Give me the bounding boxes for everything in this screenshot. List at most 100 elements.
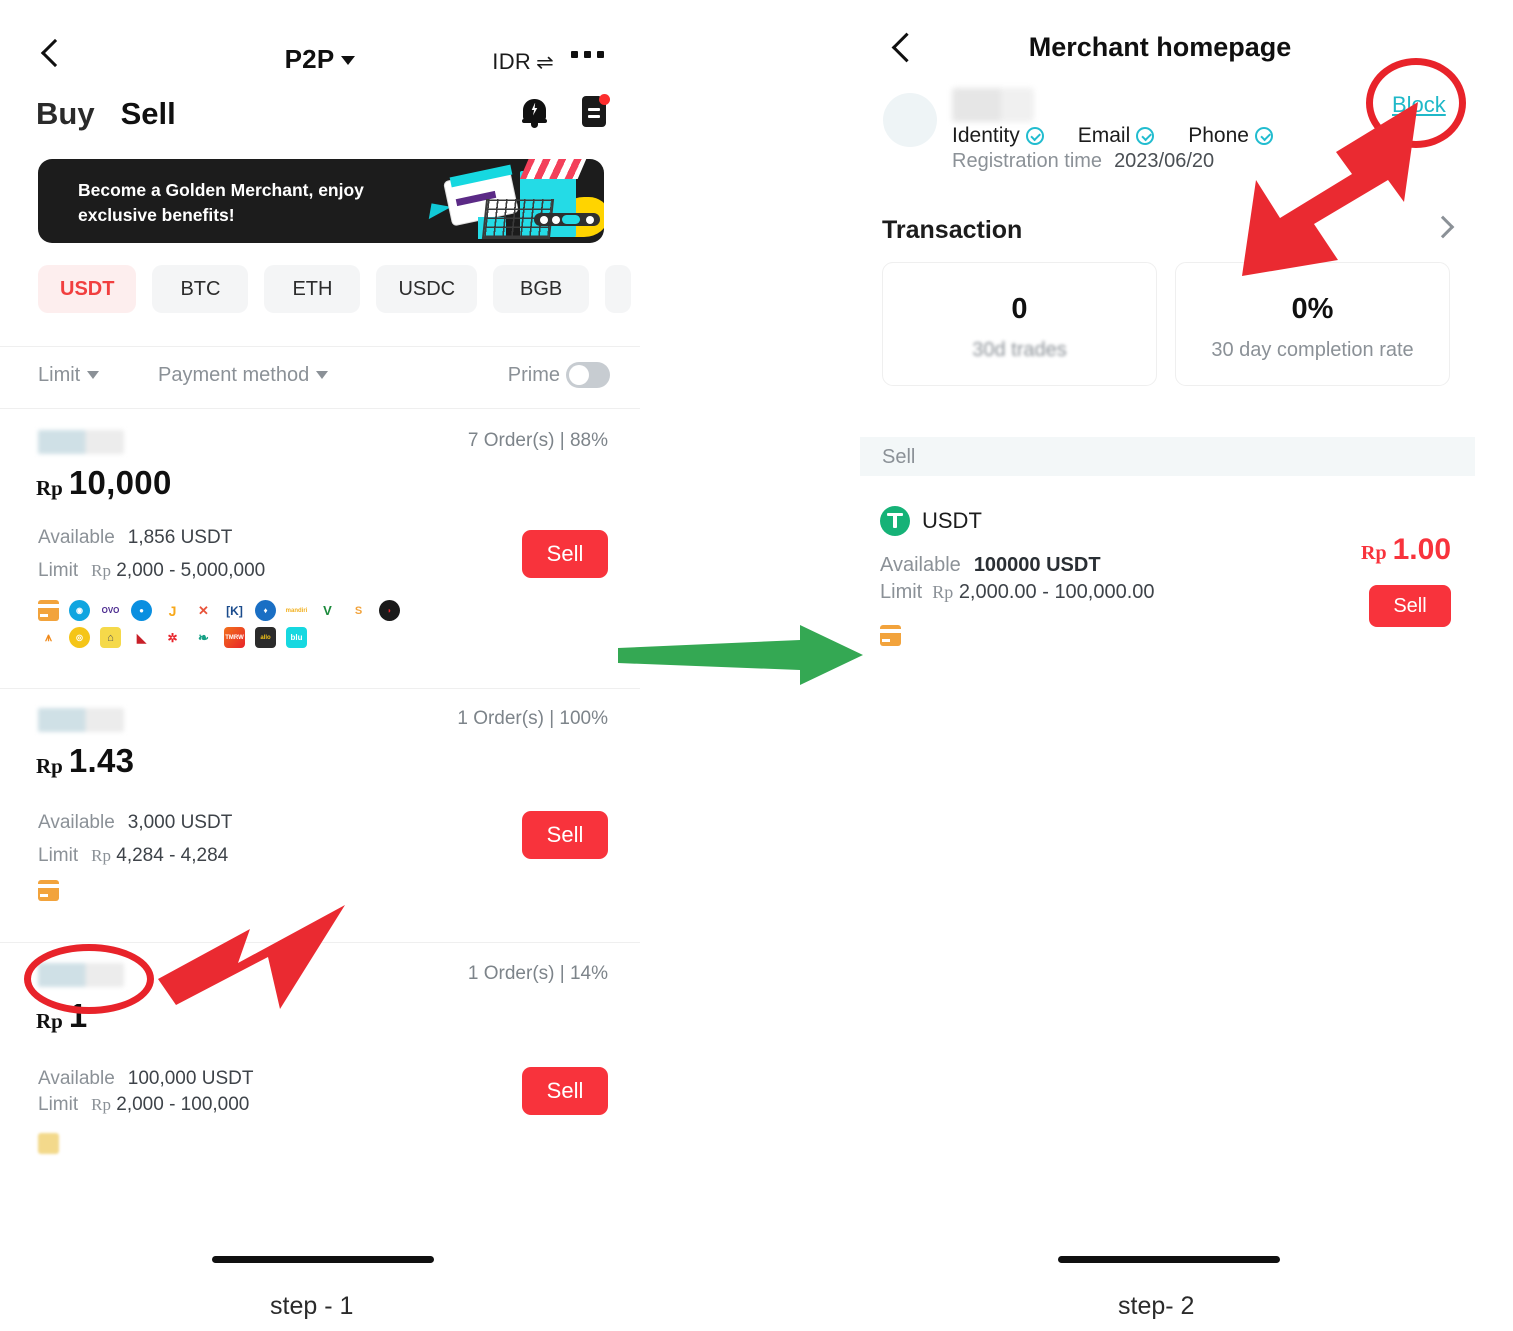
offer-row[interactable]: 1 Order(s) | 100% Rp 1.43 Available 3,000 … xyxy=(0,708,640,918)
check-circle-icon xyxy=(1025,127,1044,145)
left-navbar: P2P IDR ⇌ xyxy=(0,18,640,75)
currency-symbol: Rp xyxy=(36,754,63,778)
prime-toggle[interactable] xyxy=(566,362,610,388)
check-circle-icon xyxy=(1254,127,1273,145)
stat-completion-value: 0% xyxy=(1291,293,1334,325)
bank-mandiri-icon: mandiri xyxy=(286,600,307,621)
offer-order-stats: 7 Order(s) | 88% xyxy=(467,430,608,451)
banner-text: Become a Golden Merchant, enjoy exclusiv… xyxy=(78,180,364,226)
check-circle-icon xyxy=(1136,127,1155,145)
filter-bar: Limit Payment method Prime xyxy=(0,356,640,398)
limit-key: Limit xyxy=(880,581,923,603)
step-2-label: step- 2 xyxy=(1118,1292,1195,1320)
merchant-avatar[interactable] xyxy=(883,93,937,147)
bank-card-icon xyxy=(38,880,59,901)
blu-bank-icon: blu xyxy=(286,627,307,648)
offer-row[interactable]: 1 Order(s) | 14% Rp 1 Available 100,000 US… xyxy=(0,963,640,1178)
filter-limit-label: Limit xyxy=(38,364,81,386)
offer-price: Rp 1.43 xyxy=(36,742,134,780)
bank-bri-icon: [K] xyxy=(224,600,245,621)
payment-method-icons: ◉ OVO ● J ✕ [K] ♦ mandiri V S ◗ ⩚ ◎ ⌂ ◣ … xyxy=(38,600,418,648)
divider xyxy=(0,346,640,347)
divider xyxy=(0,942,640,943)
sell-button[interactable]: Sell xyxy=(522,811,608,859)
bank-bca-icon: ♦ xyxy=(255,600,276,621)
offer-available: Available 100,000 USDT xyxy=(38,1068,253,1090)
filter-limit[interactable]: Limit xyxy=(38,364,100,387)
chip-bgb[interactable]: BGB xyxy=(493,265,590,313)
available-value: 100,000 USDT xyxy=(127,1068,254,1089)
merchant-name-redacted[interactable] xyxy=(38,963,124,987)
bank-mega-icon: ⩚ xyxy=(38,627,59,648)
limit-value: 2,000 - 100,000 xyxy=(116,1094,250,1115)
tab-buy[interactable]: Buy xyxy=(36,96,95,132)
chip-overflow[interactable] xyxy=(605,265,632,313)
gopay-icon: ● xyxy=(131,600,152,621)
currency-symbol: Rp xyxy=(36,1009,63,1033)
price-amount: 10,000 xyxy=(68,464,172,501)
offer-row[interactable]: 7 Order(s) | 88% Rp 10,000 Available 1,856… xyxy=(0,430,640,680)
merchant-name-redacted[interactable] xyxy=(38,430,124,454)
golden-merchant-banner[interactable]: Become a Golden Merchant, enjoy exclusiv… xyxy=(38,159,604,243)
limit-key: Limit xyxy=(38,845,79,866)
sell-section-header-label: Sell xyxy=(882,446,916,468)
currency-symbol: Rp xyxy=(1361,542,1387,564)
block-merchant-link[interactable]: Block xyxy=(1392,92,1446,118)
offer-price: Rp 1 xyxy=(36,997,88,1035)
bank-permata-icon: V xyxy=(317,600,338,621)
chip-eth[interactable]: ETH xyxy=(264,265,361,313)
offer-price: Rp 10,000 xyxy=(36,464,172,502)
chip-btc[interactable]: BTC xyxy=(152,265,249,313)
tmrw-bank-icon: TMRW xyxy=(224,627,245,648)
bank-bni-icon: ✕ xyxy=(193,600,214,621)
chip-usdt[interactable]: USDT xyxy=(38,265,137,313)
chevron-down-icon xyxy=(87,371,100,379)
available-key: Available xyxy=(38,812,115,833)
coin-row: USDT xyxy=(880,506,982,536)
sell-button[interactable]: Sell xyxy=(1369,585,1451,627)
filter-payment-method[interactable]: Payment method xyxy=(158,364,329,387)
price-amount: 1.00 xyxy=(1392,533,1451,566)
coin-filter-chips: USDT BTC ETH USDC BGB xyxy=(38,265,632,313)
currency-symbol: Rp xyxy=(36,476,63,500)
bank-bnc-icon: ◣ xyxy=(131,627,152,648)
bank-card-icon xyxy=(880,625,901,646)
order-document-icon[interactable] xyxy=(582,94,610,128)
bank-danamon-icon: S xyxy=(348,600,369,621)
dana-wallet-icon: ◉ xyxy=(69,600,90,621)
limit-currency-symbol: Rp xyxy=(91,846,111,865)
available-value: 1,856 USDT xyxy=(127,527,233,548)
verification-phone: Phone xyxy=(1188,124,1273,148)
available-key: Available xyxy=(880,554,961,576)
notification-bell-icon[interactable] xyxy=(521,97,548,128)
sell-button[interactable]: Sell xyxy=(522,1067,608,1115)
merchant-homepage-screen xyxy=(860,0,1513,1290)
price-amount: 1 xyxy=(68,997,88,1034)
more-options-icon[interactable] xyxy=(571,51,604,58)
offer-limit: Limit Rp 2,000 - 5,000,000 xyxy=(38,560,265,582)
verification-email-label: Email xyxy=(1077,124,1131,147)
p2p-listing-screen: P2P IDR ⇌ Buy Sell Become a Golden Mercha… xyxy=(0,0,640,1290)
currency-selector[interactable]: IDR ⇌ xyxy=(492,49,554,75)
bank-bsi-icon: ◎ xyxy=(69,627,90,648)
sell-button[interactable]: Sell xyxy=(522,530,608,578)
unread-badge-dot xyxy=(599,94,610,105)
payment-method-icons xyxy=(38,880,418,901)
merchant-offer-available: Available 100000 USDT xyxy=(880,554,1101,577)
chevron-down-icon xyxy=(341,56,356,65)
available-key: Available xyxy=(38,1068,115,1089)
merchant-name-redacted[interactable] xyxy=(38,708,124,732)
limit-key: Limit xyxy=(38,1094,79,1115)
header-icon-group xyxy=(521,94,610,128)
stat-card-trades: 0 30d trades xyxy=(882,262,1157,386)
price-amount: 1.43 xyxy=(68,742,135,779)
available-value: 100000 USDT xyxy=(973,554,1101,576)
divider xyxy=(0,408,640,409)
chevron-right-icon[interactable] xyxy=(1435,218,1451,234)
verification-email: Email xyxy=(1078,124,1155,148)
filter-payment-label: Payment method xyxy=(158,364,310,386)
stat-trades-value: 0 xyxy=(1011,293,1028,325)
registration-time: Registration time 2023/06/20 xyxy=(952,150,1214,173)
chip-usdc[interactable]: USDC xyxy=(376,265,478,313)
tab-sell[interactable]: Sell xyxy=(121,96,176,132)
